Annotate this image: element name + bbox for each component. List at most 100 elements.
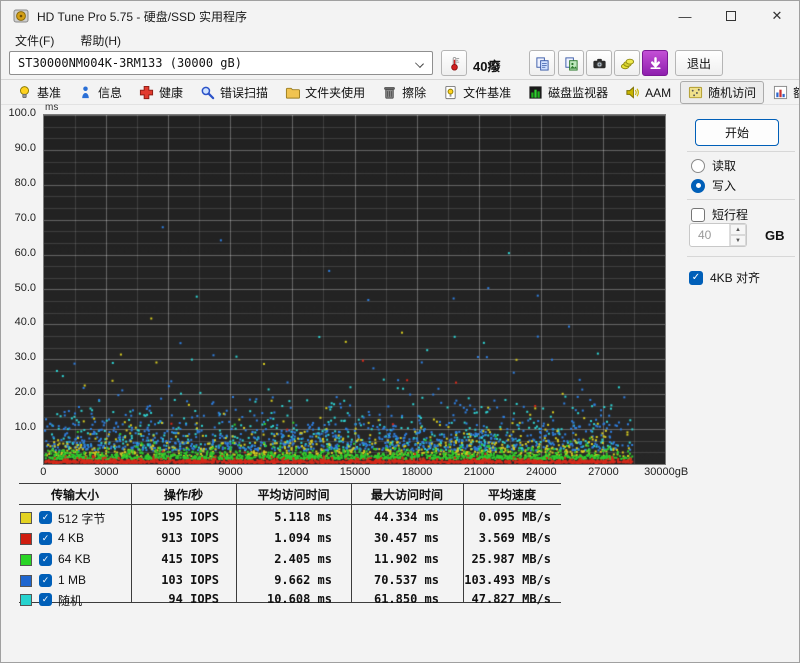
- x-axis: 0 3000 6000 9000 12000 15000 18000 21000 24000 27…: [40, 466, 703, 480]
- short-stroke-option[interactable]: 短行程: [691, 206, 748, 223]
- series-checkbox[interactable]: ✓: [39, 593, 52, 606]
- spinner-up-button[interactable]: ▲: [730, 224, 746, 235]
- avg-speed-value: 3.569 MB/s: [478, 531, 551, 545]
- separator: [687, 256, 795, 257]
- maximize-icon: [726, 11, 736, 21]
- tab-info[interactable]: 信息: [70, 81, 130, 104]
- read-option[interactable]: 读取: [691, 157, 736, 174]
- iops-value: 103 IOPS: [161, 573, 219, 587]
- x-tick-label: 12000: [277, 466, 309, 478]
- iops-value: 195 IOPS: [161, 510, 219, 524]
- tab-folder-usage[interactable]: 文件夹使用: [277, 81, 373, 104]
- tab-label: 基准: [37, 86, 62, 100]
- capacity-value[interactable]: 40: [690, 224, 729, 246]
- avg-speed-value: 0.095 MB/s: [478, 510, 551, 524]
- series-checkbox[interactable]: ✓: [39, 511, 52, 524]
- maximize-button[interactable]: [709, 1, 753, 31]
- copy-image-icon: [564, 56, 578, 71]
- series-checkbox[interactable]: ✓: [39, 553, 52, 566]
- write-option[interactable]: 写入: [691, 177, 736, 194]
- avg-access-value: 9.662 ms: [274, 573, 332, 587]
- x-tick-label: 30000gB: [644, 466, 689, 478]
- camera-icon: [592, 58, 606, 68]
- tab-label: 随机访问: [708, 86, 757, 100]
- menu-help[interactable]: 帮助(H): [76, 31, 125, 50]
- tab-file-benchmark[interactable]: 文件基准: [435, 81, 519, 104]
- col-header-avg-access: 平均访问时间: [257, 488, 330, 502]
- y-tick-label: 20.0: [14, 386, 36, 399]
- max-access-value: 11.902 ms: [373, 552, 439, 566]
- tab-benchmark[interactable]: 基准: [9, 81, 69, 104]
- start-button[interactable]: 开始: [695, 119, 779, 146]
- tab-aam[interactable]: AAM: [617, 82, 679, 103]
- write-label: 写入: [712, 179, 737, 193]
- menu-file[interactable]: 文件(F): [11, 31, 58, 50]
- capacity-spinner[interactable]: 40 ▲ ▼: [689, 223, 747, 247]
- tab-extra-tests[interactable]: 额外测试: [765, 81, 799, 104]
- tab-label: 文件夹使用: [305, 86, 366, 100]
- x-tick-label: 18000: [401, 466, 433, 478]
- y-axis-unit-label: ms: [45, 102, 59, 113]
- y-tick-label: 30.0: [14, 351, 36, 364]
- minimize-button[interactable]: —: [663, 1, 707, 31]
- drive-select[interactable]: ST30000NM004K-3RM133 (30000 gB): [9, 51, 433, 75]
- max-access-value: 61.850 ms: [373, 592, 439, 606]
- tab-disk-monitor[interactable]: 磁盘监视器: [520, 81, 616, 104]
- short-stroke-checkbox[interactable]: [691, 207, 705, 222]
- exit-button[interactable]: 退出: [675, 50, 723, 76]
- download-button[interactable]: [642, 50, 668, 76]
- y-tick-label: 80.0: [14, 176, 36, 189]
- screenshot-button[interactable]: [586, 50, 612, 76]
- max-access-value: 30.457 ms: [373, 531, 439, 545]
- health-cross-icon: [139, 85, 154, 100]
- table-header-border: [19, 504, 561, 505]
- series-color-swatch: [20, 594, 32, 606]
- write-radio[interactable]: [691, 178, 705, 193]
- copy-image-button[interactable]: [558, 50, 584, 76]
- tab-label: 磁盘监视器: [548, 86, 609, 100]
- read-label: 读取: [712, 159, 737, 173]
- save-results-button[interactable]: [614, 50, 640, 76]
- table-row: ✓ 随机 94 IOPS 10.608 ms 61.850 ms 47.827 …: [1, 591, 799, 611]
- transfer-size-label: 512 字节: [58, 512, 106, 526]
- speaker-icon: [626, 86, 640, 99]
- series-checkbox[interactable]: ✓: [39, 574, 52, 587]
- info-icon: [82, 86, 89, 99]
- col-header-iops: 操作/秒: [163, 488, 204, 502]
- tab-error-scan[interactable]: 错误扫描: [192, 81, 276, 104]
- toolbar: ST30000NM004K-3RM133 (30000 gB) 40癈 退出: [1, 49, 799, 80]
- y-axis: 100.0 90.0 80.0 70.0 60.0 50.0 40.0 30.0 20.0 10.…: [1, 107, 39, 463]
- avg-speed-value: 47.827 MB/s: [471, 592, 551, 606]
- trash-icon: [384, 87, 395, 99]
- align-label: 4KB 对齐: [710, 271, 761, 285]
- title-bar: HD Tune Pro 5.75 - 硬盘/SSD 实用程序 — ✕: [1, 1, 799, 31]
- read-radio[interactable]: [691, 158, 705, 173]
- folder-icon: [286, 87, 301, 99]
- tab-erase[interactable]: 擦除: [374, 81, 434, 104]
- tab-health[interactable]: 健康: [131, 81, 191, 104]
- tab-bar: 基准 信息 健康 错误扫描 文件夹使用 擦除 文件基准 磁盘监视器 AAM 随机…: [1, 81, 799, 105]
- align-option[interactable]: ✓ 4KB 对齐: [689, 269, 760, 286]
- y-tick-label: 100.0: [8, 107, 36, 119]
- copy-text-icon: [535, 56, 549, 71]
- app-icon: [13, 9, 29, 23]
- start-label: 开始: [724, 126, 749, 140]
- close-button[interactable]: ✕: [755, 1, 799, 31]
- avg-access-value: 5.118 ms: [274, 510, 332, 524]
- magnifier-icon: [201, 86, 215, 100]
- align-checkbox[interactable]: ✓: [689, 270, 703, 285]
- copy-text-button[interactable]: [529, 50, 555, 76]
- spinner-down-button[interactable]: ▼: [730, 235, 746, 246]
- short-stroke-label: 短行程: [712, 208, 749, 222]
- tab-label: 错误扫描: [220, 86, 269, 100]
- extra-tests-icon: [774, 85, 788, 100]
- random-access-icon: [689, 86, 703, 99]
- x-tick-label: 27000: [588, 466, 619, 478]
- series-checkbox[interactable]: ✓: [39, 532, 52, 545]
- temperature-button[interactable]: [441, 50, 467, 76]
- tab-random-access[interactable]: 随机访问: [680, 81, 765, 104]
- max-access-value: 70.537 ms: [373, 573, 439, 587]
- avg-speed-value: 25.987 MB/s: [471, 552, 551, 566]
- avg-access-value: 10.608 ms: [266, 592, 332, 606]
- latency-scatter-chart: [43, 114, 666, 465]
